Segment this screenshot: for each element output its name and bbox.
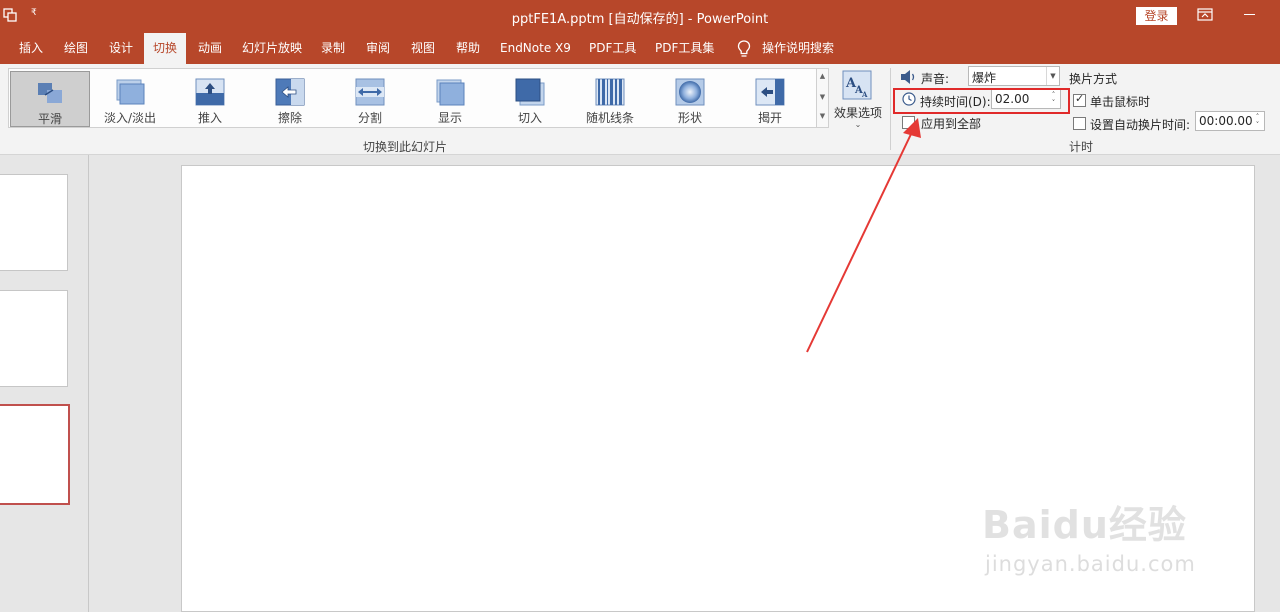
transition-label: 随机线条: [585, 111, 634, 125]
transition-label: 切入: [517, 111, 542, 125]
speaker-icon: [901, 70, 915, 84]
transition-wipe[interactable]: 擦除: [250, 71, 330, 127]
apply-to-all-checkbox[interactable]: [902, 116, 915, 129]
gallery-expand-icon[interactable]: ▼: [817, 112, 828, 120]
uncover-icon: [755, 78, 785, 106]
tab-endnote[interactable]: EndNote X9: [500, 33, 571, 64]
split-icon: [355, 78, 385, 106]
after-time-input[interactable]: 00:00.00 ˄ ˅: [1195, 111, 1265, 131]
transition-uncover[interactable]: 揭开: [730, 71, 810, 127]
tab-slideshow[interactable]: 幻灯片放映: [242, 33, 302, 64]
lightbulb-icon: [737, 40, 751, 57]
minimize-button[interactable]: [1244, 14, 1255, 15]
spin-down-icon[interactable]: ˅: [1253, 121, 1262, 129]
transition-label: 形状: [677, 111, 702, 125]
transition-label: 揭开: [757, 111, 782, 125]
transition-shape[interactable]: 形状: [650, 71, 730, 127]
reveal-icon: [436, 79, 465, 106]
chevron-down-icon[interactable]: ▼: [1046, 67, 1059, 85]
spin-up-icon[interactable]: ˄: [1253, 113, 1262, 121]
ribbon-tabs: 插入 绘图 设计 切换 动画 幻灯片放映 录制 审阅 视图 帮助 EndNote…: [0, 33, 1280, 64]
signin-button[interactable]: 登录: [1136, 7, 1177, 25]
tell-me-search[interactable]: 操作说明搜索: [762, 33, 834, 64]
after-time-value: 00:00.00: [1199, 114, 1253, 128]
effect-options-label: 效果选项: [833, 106, 882, 120]
ribbon-display-options-icon[interactable]: [1197, 8, 1213, 21]
checkmark-icon: ✓: [1075, 92, 1085, 105]
transition-split[interactable]: 分割: [330, 71, 410, 127]
window-title: pptFE1A.pptm [自动保存的] - PowerPoint: [511, 12, 769, 27]
transition-label: 推入: [197, 111, 222, 125]
scroll-up-icon[interactable]: ▲: [817, 72, 828, 80]
transition-cut[interactable]: 切入: [490, 71, 570, 127]
tab-pdf-toolset[interactable]: PDF工具集: [655, 33, 714, 64]
after-time-checkbox[interactable]: [1073, 117, 1086, 130]
tab-pdf-tools[interactable]: PDF工具: [589, 33, 636, 64]
tab-record[interactable]: 录制: [321, 33, 345, 64]
svg-text:A: A: [861, 90, 868, 99]
gallery-scrollbar[interactable]: ▲ ▼ ▼: [816, 68, 829, 128]
transition-label: 淡入/淡出: [103, 111, 157, 125]
cut-icon: [515, 78, 545, 106]
scroll-down-icon[interactable]: ▼: [817, 93, 828, 101]
title-bar: ₹ pptFE1A.pptm [自动保存的] - PowerPoint 登录: [0, 0, 1280, 33]
tab-help[interactable]: 帮助: [456, 33, 480, 64]
advance-slide-header: 换片方式: [1069, 72, 1118, 86]
fade-icon: [116, 79, 145, 105]
annotation-highlight-box: [893, 88, 1070, 114]
ribbon: 平滑 淡入/淡出 推入 擦除 分割 显示 切入 随机线条 形状 揭开 ▲ ▼ ▼…: [0, 64, 1280, 155]
group-label-transition: 切换到此幻灯片: [363, 140, 448, 154]
tab-draw[interactable]: 绘图: [64, 33, 88, 64]
shape-icon: [675, 78, 705, 106]
tab-review[interactable]: 审阅: [366, 33, 390, 64]
transition-label: 擦除: [277, 111, 302, 125]
transition-reveal[interactable]: 显示: [410, 71, 490, 127]
chevron-down-icon: ⌄: [854, 120, 862, 129]
tab-view[interactable]: 视图: [411, 33, 435, 64]
push-icon: [195, 78, 225, 106]
group-label-timing: 计时: [1069, 140, 1094, 154]
group-divider: [890, 68, 891, 150]
sound-label: 声音:: [921, 72, 950, 86]
wipe-icon: [275, 78, 305, 106]
morph-icon: [38, 83, 62, 103]
transition-label: 分割: [357, 111, 382, 125]
after-time-label: 设置自动换片时间:: [1090, 118, 1191, 132]
transition-push[interactable]: 推入: [170, 71, 250, 127]
transition-random-bars[interactable]: 随机线条: [570, 71, 650, 127]
tab-insert[interactable]: 插入: [19, 33, 43, 64]
baidu-watermark-logo: Baidu经验: [982, 503, 1187, 547]
baidu-watermark-url: jingyan.baidu.com: [985, 552, 1196, 576]
transition-gallery: 平滑 淡入/淡出 推入 擦除 分割 显示 切入 随机线条 形状 揭开: [8, 68, 816, 128]
transition-fade[interactable]: 淡入/淡出: [90, 71, 170, 127]
tab-design[interactable]: 设计: [109, 33, 133, 64]
slide-thumbnail[interactable]: [0, 290, 68, 387]
effect-options-icon: A A A: [842, 70, 872, 100]
tab-transitions[interactable]: 切换: [144, 33, 186, 64]
transition-morph[interactable]: 平滑: [10, 71, 90, 127]
slide-thumbnail-pane: [0, 155, 89, 612]
transition-label: 显示: [437, 111, 462, 125]
random-bars-icon: [595, 78, 625, 106]
on-mouse-click-label: 单击鼠标时: [1090, 95, 1151, 109]
sound-select[interactable]: 爆炸 ▼: [968, 66, 1060, 86]
effect-options-button[interactable]: A A A 效果选项 ⌄: [832, 68, 884, 134]
transition-label: 平滑: [37, 112, 62, 126]
tab-animations[interactable]: 动画: [198, 33, 222, 64]
slide-thumbnail-selected[interactable]: [0, 404, 70, 505]
on-mouse-click-checkbox[interactable]: ✓: [1073, 92, 1086, 107]
apply-to-all-label: 应用到全部: [921, 117, 982, 131]
sound-value: 爆炸: [972, 71, 997, 85]
slide-thumbnail[interactable]: [0, 174, 68, 271]
